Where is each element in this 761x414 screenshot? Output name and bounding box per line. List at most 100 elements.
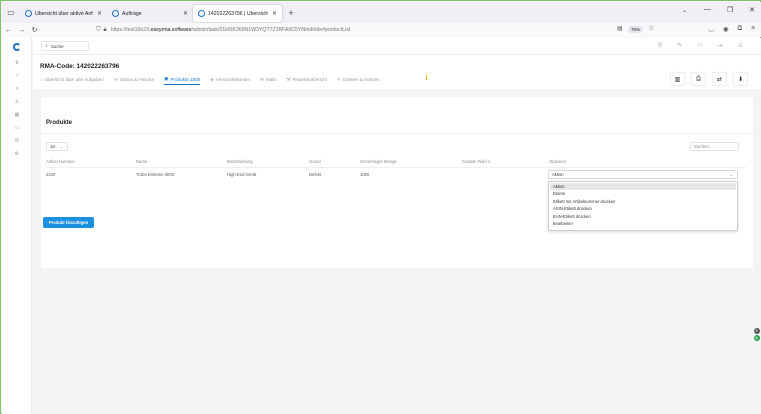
options-select[interactable]: Aktion ⌄ <box>548 170 738 179</box>
easyrma-logo-icon[interactable] <box>13 43 21 51</box>
tab-files-notes[interactable]: ✎ Dateien & Notizen <box>337 76 380 85</box>
tab-label: Mails <box>265 77 277 82</box>
new-tab-icon[interactable]: + <box>284 8 298 18</box>
dropdown-option[interactable]: EAN-Etikett drucken <box>550 213 736 220</box>
users-icon[interactable]: ⚇ <box>697 42 702 49</box>
top-bar: ⌕ Suche ⚲ ✎ ⚇ ⇥ ♙ <box>33 38 761 55</box>
tab-label: Produkte 1000 <box>170 76 201 82</box>
browser-window: ▭ Übersicht über aktive Anfragen ✕ Auftr… <box>0 0 761 414</box>
print-button[interactable]: ⎙ <box>691 72 706 86</box>
transfer-button[interactable]: ⇄ <box>712 72 727 86</box>
table-header: Artikel Nummer Name Beschreibung Grund G… <box>46 157 746 167</box>
close-tab-icon[interactable]: ✕ <box>272 10 277 17</box>
products-title: Produkte <box>46 120 73 126</box>
reload-icon[interactable]: ↻ <box>28 26 41 34</box>
tab-products[interactable]: ▣ Produkte 1000 <box>164 76 201 85</box>
column-header[interactable]: Grund <box>309 159 321 164</box>
logout-icon[interactable]: ⇥ <box>718 42 723 49</box>
target-icon[interactable]: ◎ <box>753 335 760 341</box>
column-header[interactable]: Optionen <box>549 159 566 164</box>
tab-label: 142022263796 | Übersicht über <box>208 10 268 17</box>
settings-icon[interactable]: ⚙ <box>14 151 20 157</box>
column-header[interactable]: Beschreibung <box>227 159 253 164</box>
cell-grund: Defekt <box>309 172 322 177</box>
barcode-icon: ▥ <box>674 76 681 83</box>
url-host: easyrma.software <box>150 27 192 33</box>
back-icon[interactable]: ← <box>2 27 15 34</box>
shield-icon[interactable]: ⛉ <box>96 27 101 34</box>
zoom-level[interactable]: 70% <box>628 26 644 33</box>
toolbar-icons: ◡ ◉ ⧉ ≡ <box>708 25 755 33</box>
close-tab-icon[interactable]: ✕ <box>97 10 102 17</box>
column-header[interactable]: Custom Field 1 <box>462 159 490 164</box>
tab-status-history[interactable]: ◷ Status & Historie <box>114 76 154 85</box>
home-icon: ⌂ <box>40 77 43 82</box>
close-tab-icon[interactable]: ✕ <box>183 10 188 17</box>
cell-menge: 1000 <box>360 172 370 177</box>
column-header[interactable]: Genehmigte Menge <box>360 159 397 164</box>
easyrma-favicon-icon <box>198 10 205 17</box>
tab-label: Aufträge <box>122 10 142 17</box>
navigation-bar: ← → ↻ ⛉ 🔒︎ https://test16n23. easyrma.sof… <box>2 23 761 37</box>
person-icon[interactable]: ♙ <box>14 99 20 105</box>
page-size-select[interactable]: 10 ⌄ <box>46 142 68 151</box>
page-size-value: 10 <box>50 144 55 149</box>
box-icon: ▣ <box>164 76 169 81</box>
browser-tab-2[interactable]: Aufträge ✕ <box>107 5 193 22</box>
reader-view-icon[interactable]: ▤ <box>617 25 623 32</box>
user-profile-icon[interactable]: ♙ <box>738 42 743 49</box>
close-icon[interactable]: ✕ <box>753 328 760 334</box>
mail-icon[interactable]: ✉ <box>14 138 20 144</box>
pin-icon[interactable]: ⚲ <box>658 42 662 49</box>
dropdown-option[interactable]: bearbeiten <box>550 220 736 227</box>
cell-beschreibung: High-End-Gerät <box>227 172 257 177</box>
lock-icon[interactable]: 🔒︎ <box>104 27 107 34</box>
add-product-button[interactable]: Produkt hinzufügen <box>43 217 94 228</box>
task-actions: ▥ ⎙ ⇄ ⬇ <box>670 72 748 86</box>
pocket-icon[interactable]: ◡ <box>708 25 714 33</box>
edit-icon[interactable]: ✎ <box>677 42 682 49</box>
bookmark-star-icon[interactable]: ☆ <box>648 24 654 32</box>
search-placeholder: Suche <box>50 43 64 49</box>
minimize-icon[interactable]: — <box>704 6 711 14</box>
extensions-icon[interactable]: ⧉ <box>738 25 743 33</box>
dropdown-option[interactable]: Delete <box>550 190 736 197</box>
barcode-button[interactable]: ▥ <box>670 72 685 86</box>
chevron-down-icon: ⌄ <box>729 172 733 177</box>
download-button[interactable]: ⬇ <box>733 72 748 86</box>
file-icon: ✎ <box>336 76 341 82</box>
tab-shipping-labels[interactable]: ◈ Versandetiketten <box>210 76 250 85</box>
close-window-icon[interactable]: ✕ <box>749 6 755 14</box>
box-icon[interactable]: ▭ <box>14 125 20 131</box>
dropdown-option[interactable]: Aktion <box>550 183 736 191</box>
dropdown-option[interactable]: ASIN-Etikett drucken <box>550 205 736 212</box>
info-icon[interactable]: i <box>14 73 20 79</box>
browser-tab-3[interactable]: 142022263796 | Übersicht über ✕ <box>193 5 282 22</box>
tab-mails[interactable]: ✉ Mails <box>260 76 277 85</box>
tab-overview[interactable]: ⌂ Übersicht über alle Aufgaben <box>40 76 104 85</box>
browser-tab-1[interactable]: Übersicht über aktive Anfragen ✕ <box>20 5 107 22</box>
tab-repair-report[interactable]: ⚒ Reparaturbericht <box>287 76 327 85</box>
products-search-input[interactable]: Suchen... <box>690 142 739 151</box>
edge-widgets: ✕ ◎ <box>752 328 761 346</box>
mail-icon: ✉ <box>260 76 264 82</box>
divider <box>41 133 753 134</box>
dropdown-option[interactable]: Etikett mit Artikelnummer drucken <box>550 198 736 205</box>
window-controls: — ❐ ✕ <box>704 6 755 14</box>
global-search-input[interactable]: ⌕ Suche <box>41 41 89 51</box>
chevron-down-icon[interactable]: ⌄ <box>682 7 687 14</box>
tab-label: Dateien & Notizen <box>342 77 380 82</box>
tasks-icon[interactable]: ⇅ <box>14 60 20 66</box>
maximize-icon[interactable]: ❐ <box>727 6 733 14</box>
tab-bar: ▭ Übersicht über aktive Anfragen ✕ Auftr… <box>2 2 761 23</box>
column-header[interactable]: Artikel Nummer <box>46 159 75 164</box>
account-icon[interactable]: ◉ <box>723 25 729 33</box>
building-icon[interactable]: ▦ <box>14 112 20 118</box>
firefox-view-icon[interactable]: ▭ <box>2 2 20 23</box>
download-icon: ⬇ <box>737 76 744 83</box>
list-icon[interactable]: ≡ <box>14 86 20 92</box>
forward-icon[interactable]: → <box>15 27 28 34</box>
url-bar[interactable]: ⛉ 🔒︎ https://test16n23. easyrma.software /… <box>96 24 662 36</box>
menu-icon[interactable]: ≡ <box>751 25 755 33</box>
column-header[interactable]: Name <box>136 159 147 164</box>
